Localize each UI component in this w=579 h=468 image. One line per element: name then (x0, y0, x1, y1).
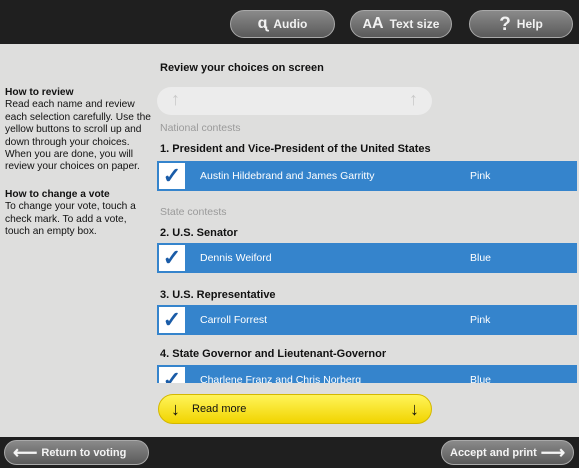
help-label: Help (516, 17, 543, 31)
review-body: Read each name and review each selection… (5, 99, 151, 173)
contest-title: 2. U.S. Senator (160, 227, 238, 239)
check-mark-icon[interactable]: ✓ (157, 243, 187, 273)
right-arrow-icon: ⟶ (540, 442, 566, 462)
read-more-label: Read more (192, 403, 247, 415)
left-arrow-icon: ⟵ (13, 442, 38, 462)
section-label-national: National contests (160, 122, 241, 134)
help-icon: ? (499, 13, 511, 35)
check-mark-icon[interactable]: ✓ (157, 365, 187, 383)
return-label: Return to voting (41, 446, 127, 459)
return-to-voting-button[interactable]: ⟵ Return to voting (4, 440, 149, 465)
change-heading: How to change a vote (5, 188, 110, 200)
page-title: Review your choices on screen (160, 62, 324, 74)
party-name: Blue (470, 252, 492, 264)
check-mark-icon[interactable]: ✓ (157, 161, 187, 191)
choice-row[interactable]: ✓ Carroll Forrest Pink (157, 305, 577, 335)
contest-title: 1. President and Vice-President of the U… (160, 143, 431, 155)
contest-title: 4. State Governor and Lieutenant-Governo… (160, 348, 387, 360)
check-mark-icon[interactable]: ✓ (157, 305, 187, 335)
instructions-panel: How to review Read each name and review … (5, 87, 153, 253)
down-arrow-icon: ↓ (171, 398, 180, 419)
candidate-name: Charlene Franz and Chris Norberg (200, 374, 362, 383)
help-button[interactable]: ? Help (469, 10, 573, 38)
down-arrow-icon: ↓ (410, 398, 419, 419)
bottom-bar: ⟵ Return to voting Accept and print ⟶ (0, 437, 579, 468)
contest-title: 3. U.S. Representative (160, 289, 276, 301)
party-name: Blue (470, 374, 492, 383)
choices-list: National contests 1. President and Vice-… (157, 100, 579, 383)
party-name: Pink (470, 170, 491, 182)
party-name: Pink (470, 314, 491, 326)
candidate-name: Austin Hildebrand and James Garritty (200, 170, 375, 182)
accept-and-print-button[interactable]: Accept and print ⟶ (441, 440, 574, 465)
choice-row[interactable]: ✓ Charlene Franz and Chris Norberg Blue (157, 365, 577, 383)
section-label-state: State contests (160, 206, 227, 218)
choice-row[interactable]: ✓ Dennis Weiford Blue (157, 243, 577, 273)
change-body: To change your vote, touch a check mark.… (5, 201, 136, 238)
candidate-name: Dennis Weiford (200, 252, 272, 264)
accept-label: Accept and print (450, 446, 537, 459)
candidate-name: Carroll Forrest (200, 314, 268, 326)
review-heading: How to review (5, 87, 74, 98)
choice-row[interactable]: ✓ Austin Hildebrand and James Garritty P… (157, 161, 577, 191)
read-more-button[interactable]: ↓ Read more ↓ (158, 394, 432, 424)
